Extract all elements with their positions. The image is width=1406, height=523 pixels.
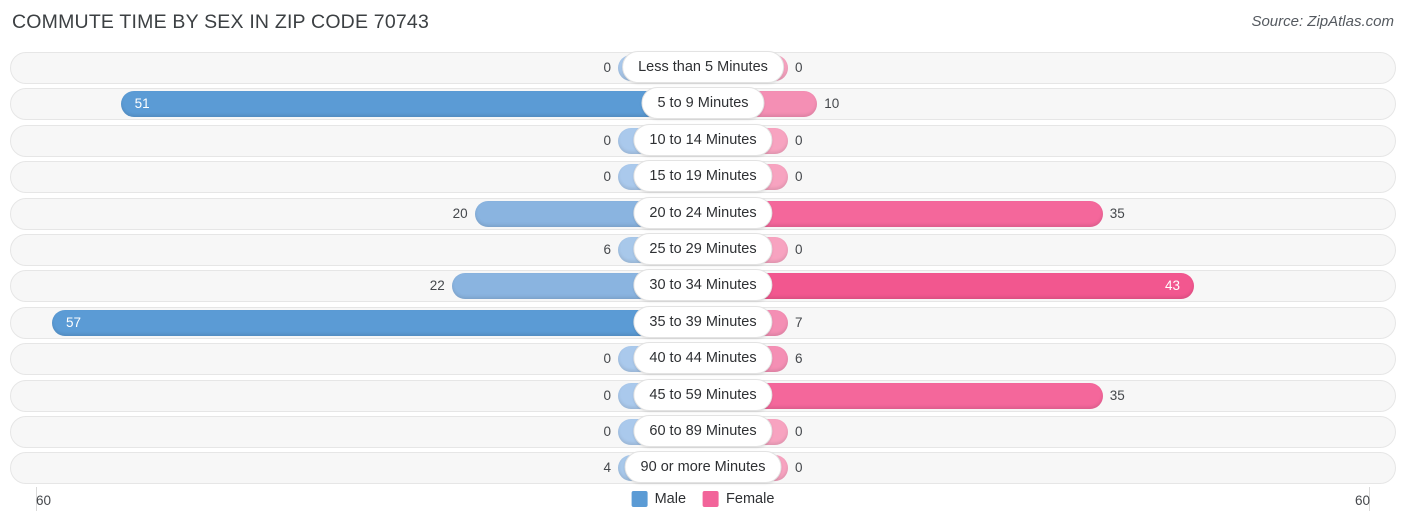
female-value-label: 35 — [1109, 205, 1125, 221]
male-bar[interactable] — [120, 91, 703, 118]
female-value-label: 6 — [795, 351, 803, 367]
chart-footer: 60 60 Male Female — [0, 487, 1406, 523]
male-value-label: 0 — [603, 351, 611, 367]
male-value-label: 4 — [603, 460, 611, 476]
female-value-label: 0 — [795, 169, 803, 185]
female-value-label: 7 — [795, 314, 803, 330]
female-value-label: 10 — [824, 96, 840, 112]
chart-row: 0 35 45 to 59 Minutes — [0, 378, 1406, 414]
chart-row: 22 43 30 to 34 Minutes — [0, 268, 1406, 304]
female-value-label: 43 — [1165, 278, 1181, 294]
category-label-pill: Less than 5 Minutes — [622, 51, 784, 83]
chart-header: COMMUTE TIME BY SEX IN ZIP CODE 70743 So… — [0, 0, 1406, 46]
category-label-pill: 30 to 34 Minutes — [633, 269, 773, 302]
chart-row: 0 0 15 to 19 Minutes — [0, 159, 1406, 195]
bar-rows-container: 0 0 Less than 5 Minutes 51 10 5 to 9 Minutes 0… — [0, 50, 1406, 487]
axis-label-right: 60 — [1354, 493, 1370, 508]
source-attribution: Source: ZipAtlas.com — [1251, 13, 1394, 30]
chart-row: 0 0 Less than 5 Minutes — [0, 50, 1406, 86]
category-label-pill: 45 to 59 Minutes — [633, 378, 773, 411]
category-label-pill: 25 to 29 Minutes — [633, 232, 773, 265]
female-value-label: 0 — [795, 132, 803, 148]
male-value-label: 0 — [603, 60, 611, 75]
category-label-pill: 35 to 39 Minutes — [633, 305, 773, 338]
category-label-pill: 10 to 14 Minutes — [633, 123, 773, 156]
female-value-label: 0 — [795, 60, 803, 75]
chart-row: 57 7 35 to 39 Minutes — [0, 305, 1406, 341]
male-bar[interactable] — [52, 309, 703, 336]
page-title: COMMUTE TIME BY SEX IN ZIP CODE 70743 — [12, 11, 430, 33]
male-value-label: 0 — [603, 423, 611, 439]
legend-item[interactable]: Female — [703, 491, 774, 507]
category-label-pill: 20 to 24 Minutes — [633, 196, 773, 229]
female-value-label: 0 — [795, 241, 803, 257]
chart-row: 0 0 60 to 89 Minutes — [0, 414, 1406, 450]
chart-row: 20 35 20 to 24 Minutes — [0, 196, 1406, 232]
male-value-label: 51 — [134, 96, 150, 112]
male-value-label: 0 — [603, 132, 611, 148]
category-label-pill: 40 to 44 Minutes — [633, 342, 773, 375]
legend-label: Female — [726, 491, 775, 507]
male-swatch — [631, 491, 648, 507]
legend-label: Male — [654, 491, 687, 507]
chart-row: 0 6 40 to 44 Minutes — [0, 341, 1406, 377]
male-value-label: 0 — [603, 169, 611, 185]
female-value-label: 0 — [795, 423, 803, 439]
chart-legend: Male Female — [631, 491, 774, 507]
category-label-pill: 5 to 9 Minutes — [641, 87, 765, 120]
chart-row: 0 0 10 to 14 Minutes — [0, 123, 1406, 159]
chart-row: 6 0 25 to 29 Minutes — [0, 232, 1406, 268]
female-value-label: 35 — [1109, 387, 1125, 403]
female-value-label: 0 — [795, 460, 803, 476]
male-value-label: 57 — [66, 314, 82, 330]
category-label-pill: 60 to 89 Minutes — [633, 414, 773, 447]
axis-label-left: 60 — [36, 493, 52, 508]
chart-row: 4 0 90 or more Minutes — [0, 450, 1406, 486]
female-swatch — [703, 491, 720, 507]
chart-row: 51 10 5 to 9 Minutes — [0, 86, 1406, 122]
category-label-pill: 90 or more Minutes — [624, 451, 782, 484]
category-label-pill: 15 to 19 Minutes — [633, 160, 773, 193]
male-value-label: 22 — [429, 278, 445, 294]
male-value-label: 0 — [603, 387, 611, 403]
male-value-label: 6 — [603, 241, 611, 257]
legend-item[interactable]: Male — [631, 491, 687, 507]
male-value-label: 20 — [452, 205, 468, 221]
